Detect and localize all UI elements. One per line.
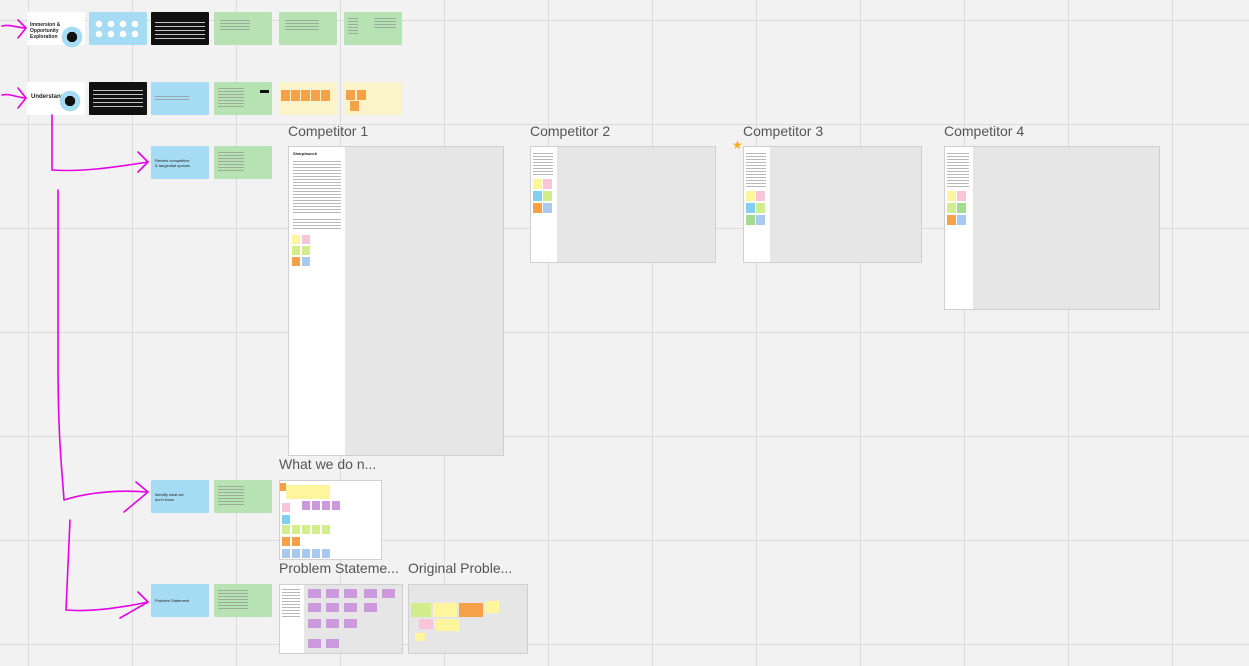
connector-arrows: [1, 19, 149, 619]
